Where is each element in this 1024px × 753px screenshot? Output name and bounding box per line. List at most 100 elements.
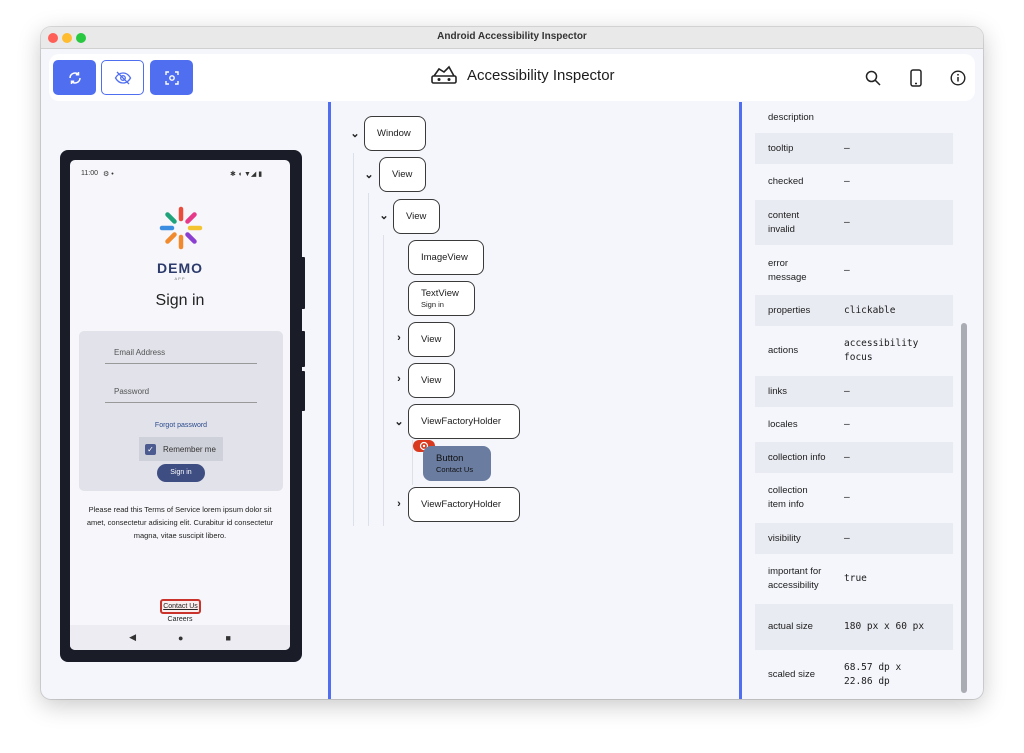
refresh-button[interactable] — [53, 60, 96, 95]
password-field[interactable]: Password — [105, 377, 257, 403]
property-row: collection item info – — [755, 475, 953, 521]
tree-node-label: ViewFactoryHolder — [421, 416, 502, 427]
property-value: true — [844, 573, 867, 584]
search-button[interactable] — [862, 67, 884, 89]
tree-node-sublabel: Sign in — [421, 299, 444, 309]
chevron-down-icon[interactable]: ⌄ — [363, 168, 375, 181]
tree-node-view[interactable]: View — [379, 157, 426, 192]
tree-node-view[interactable]: View — [408, 322, 455, 357]
tree-node-label: View — [421, 375, 442, 386]
property-row: scaled size 68.57 dp x 22.86 dp — [755, 652, 953, 698]
chevron-down-icon[interactable]: ⌄ — [393, 415, 405, 428]
property-row: visibility – — [755, 523, 953, 554]
tree-guide-line — [353, 153, 354, 526]
chevron-down-icon[interactable]: ⌄ — [378, 209, 390, 222]
tree-node-button-selected[interactable]: Button Contact Us — [423, 446, 491, 481]
property-value: 68.57 dp x 22.86 dp — [844, 662, 902, 687]
tree-node-view[interactable]: View — [393, 199, 440, 234]
app-title: Accessibility Inspector — [467, 66, 615, 84]
screenshot-icon — [164, 70, 179, 85]
property-key: description — [768, 112, 814, 123]
email-field[interactable]: Email Address — [105, 338, 257, 364]
tree-node-imageview[interactable]: ImageView — [408, 240, 484, 275]
signin-heading: Sign in — [155, 292, 205, 309]
property-row: content invalid – — [755, 200, 953, 245]
search-icon — [865, 70, 881, 86]
window-title: Android Accessibility Inspector — [437, 31, 587, 42]
remember-me-checkbox[interactable]: ✓ Remember me — [139, 437, 223, 461]
property-key: tooltip — [768, 142, 794, 154]
tree-node-textview[interactable]: TextView Sign in — [408, 281, 475, 316]
device-screen[interactable]: 11:00 ⚙ • ✱ ◖ ▼◢ ▮ DEMO APP Sign in Emai… — [70, 160, 290, 650]
tree-node-label: View — [392, 169, 413, 180]
property-row: locales – — [755, 409, 953, 440]
signin-form: Email Address Password Forgot password ✓… — [79, 331, 283, 491]
device-nav-bar: ◀ ● ■ — [70, 625, 290, 650]
tree-node-label: ViewFactoryHolder — [421, 499, 502, 510]
property-row: properties clickable — [755, 295, 953, 326]
tree-guide-line — [383, 235, 384, 526]
status-icons-left: ⚙ • — [103, 171, 114, 178]
property-row: important for accessibility true — [755, 556, 953, 602]
property-row: checked – — [755, 166, 953, 198]
screenshot-button[interactable] — [150, 60, 193, 95]
property-key: locales — [768, 418, 798, 430]
hide-overlay-button[interactable] — [101, 60, 144, 95]
property-value: – — [844, 532, 850, 544]
property-key: properties — [768, 304, 811, 316]
right-splitter[interactable] — [739, 102, 742, 699]
recents-icon[interactable]: ■ — [225, 633, 230, 643]
toolbar: Accessibility Inspector — [49, 54, 975, 101]
tree-node-window[interactable]: Window — [364, 116, 426, 151]
careers-link[interactable]: Careers — [70, 616, 290, 623]
tree-node-label: ImageView — [421, 252, 468, 263]
info-button[interactable] — [947, 67, 969, 89]
tree-node-viewfactoryholder[interactable]: ViewFactoryHolder — [408, 404, 520, 439]
inspector-logo-icon — [431, 65, 457, 84]
tree-node-view[interactable]: View — [408, 363, 455, 398]
property-value: – — [844, 451, 850, 463]
chevron-down-icon[interactable]: ⌄ — [349, 127, 361, 140]
property-key: important for accessibility — [768, 566, 822, 591]
info-icon — [950, 70, 966, 86]
property-value: – — [844, 492, 850, 503]
app-wordmark: APP — [174, 276, 186, 281]
property-value: 180 px x 60 px — [844, 621, 925, 632]
property-key: collection info — [768, 451, 826, 463]
phone-icon — [910, 69, 922, 87]
status-time: 11:00 — [81, 170, 98, 177]
property-key: actual size — [768, 621, 813, 632]
chevron-right-icon[interactable]: › — [393, 332, 405, 344]
app-window: Android Accessibility Inspector Accessib… — [41, 27, 983, 699]
tree-node-label: Window — [377, 128, 411, 139]
left-splitter[interactable] — [328, 102, 331, 699]
property-row: actions accessibility focus — [755, 328, 953, 374]
properties-scrollbar[interactable] — [961, 323, 967, 693]
property-value: – — [844, 418, 850, 430]
property-key: actions — [768, 345, 799, 356]
signin-button[interactable]: Sign in — [157, 464, 205, 482]
tree-node-sublabel: Contact Us — [436, 464, 474, 474]
tree-node-label: Button — [436, 452, 464, 464]
tree-node-label: TextView — [421, 287, 459, 299]
forgot-password-link[interactable]: Forgot password — [79, 422, 283, 429]
home-icon[interactable]: ● — [178, 633, 183, 643]
tree-node-label: View — [421, 334, 442, 345]
refresh-icon — [68, 71, 81, 84]
eye-off-icon — [114, 71, 131, 84]
back-icon[interactable]: ◀ — [129, 632, 136, 643]
property-value: – — [844, 176, 850, 187]
remember-me-label: Remember me — [163, 444, 216, 454]
device-button[interactable] — [905, 67, 927, 89]
property-row: actual size 180 px x 60 px — [755, 604, 953, 650]
property-value: – — [844, 264, 850, 276]
contact-us-link[interactable]: Contact Us — [160, 599, 201, 614]
property-value: clickable — [844, 304, 896, 316]
property-value: – — [844, 142, 850, 154]
tree-node-viewfactoryholder[interactable]: ViewFactoryHolder — [408, 487, 520, 522]
property-value: accessibility focus — [844, 338, 919, 363]
chevron-right-icon[interactable]: › — [393, 373, 405, 385]
property-key: scaled size — [768, 669, 815, 680]
chevron-right-icon[interactable]: › — [393, 498, 405, 510]
property-key: error message — [768, 257, 807, 283]
